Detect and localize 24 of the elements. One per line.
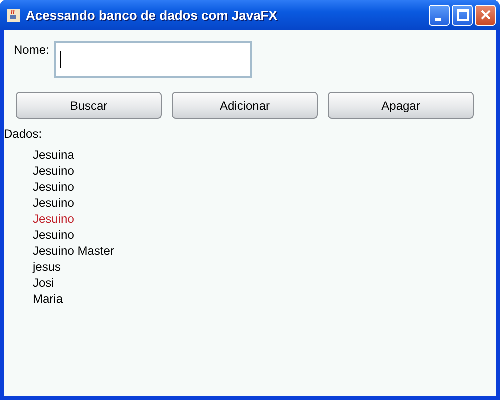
list-item[interactable]: Maria [33,291,496,307]
list-item[interactable]: Jesuino [33,227,496,243]
list-item[interactable]: Josi [33,275,496,291]
minimize-button[interactable] [429,4,450,26]
list-label: Dados: [4,127,44,141]
list-item[interactable]: Jesuina [33,147,496,163]
name-label: Nome: [14,43,50,57]
list-item[interactable]: Jesuino [33,163,496,179]
coffee-cup-icon [6,8,21,22]
action-button[interactable]: Buscar [16,92,162,119]
list-item[interactable]: Jesuino [33,195,496,211]
close-icon [480,9,492,21]
list-item[interactable]: Jesuino Master [33,243,496,259]
name-field[interactable] [54,41,252,78]
minimize-icon [435,18,441,20]
action-button[interactable]: Apagar [328,92,474,119]
list-item[interactable]: Jesuino [33,211,496,227]
list-item[interactable]: Jesuino [33,179,496,195]
maximize-icon [456,9,468,21]
list-item[interactable]: jesus [33,259,496,275]
action-button[interactable]: Adicionar [172,92,318,119]
window-title: Acessando banco de dados com JavaFX [26,8,278,22]
maximize-button[interactable] [452,4,473,26]
close-button[interactable] [475,4,496,26]
